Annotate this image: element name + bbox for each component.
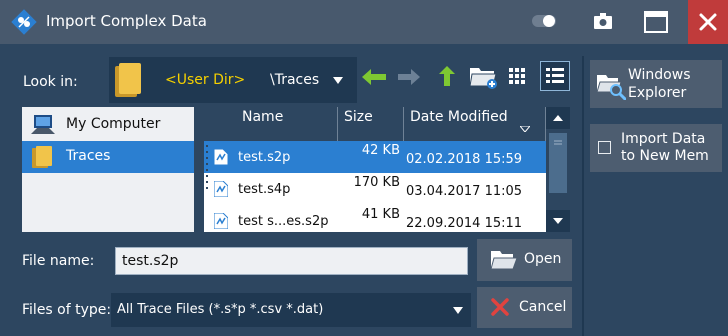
column-header-name[interactable]: Name: [204, 107, 338, 141]
file-date: 22.09.2014 15:11: [406, 216, 523, 231]
chevron-down-icon: [333, 77, 343, 84]
trace-file-icon: [214, 181, 228, 197]
file-list-header: Name Size Date Modified: [204, 107, 546, 141]
camera-icon[interactable]: [594, 13, 612, 29]
windows-explorer-label-line1: Windows: [628, 67, 691, 83]
window-title: Import Complex Data: [46, 12, 207, 30]
path-user-dir: <User Dir>: [165, 72, 246, 88]
look-in-combo[interactable]: <User Dir> \Traces: [109, 57, 357, 103]
nav-item-label: My Computer: [66, 116, 161, 132]
windows-explorer-button[interactable]: Windows Explorer: [590, 60, 722, 108]
scroll-down-button[interactable]: [546, 210, 570, 232]
grip-icon: [554, 140, 562, 145]
import-label-line2: to New Mem: [621, 148, 709, 164]
import-complex-data-dialog: Import Complex Data Look in: <User Dir> …: [0, 0, 728, 336]
file-date: 03.04.2017 11:05: [406, 184, 523, 199]
column-header-label: Size: [344, 109, 373, 125]
back-arrow-icon[interactable]: [361, 68, 387, 86]
chevron-down-icon: [553, 218, 563, 224]
scroll-up-button[interactable]: [546, 107, 570, 129]
toggle-icon[interactable]: [532, 15, 556, 27]
folder-icon: [115, 63, 141, 97]
close-button[interactable]: [688, 0, 728, 44]
details-view-icon: [546, 68, 564, 83]
file-name-field[interactable]: [115, 247, 468, 275]
file-type-select[interactable]: All Trace Files (*.s*p *.csv *.dat): [111, 293, 471, 327]
file-size: 170 KB: [353, 175, 400, 190]
file-list: Name Size Date Modified test.s2p 42 KB 0…: [204, 107, 570, 232]
computer-icon: [31, 115, 55, 134]
cancel-label: Cancel: [519, 299, 567, 315]
places-panel: My Computer Traces: [22, 107, 194, 232]
cancel-button[interactable]: Cancel: [477, 287, 572, 328]
nav-item-my-computer[interactable]: My Computer: [22, 109, 194, 141]
chevron-up-icon: [553, 115, 563, 121]
sort-descending-icon: [520, 126, 530, 132]
column-header-label: Name: [242, 109, 284, 125]
folder-search-icon: [596, 75, 626, 100]
close-icon: [699, 13, 717, 31]
trace-file-icon: [214, 149, 228, 165]
file-name: test.s2p: [238, 150, 291, 165]
maximize-icon[interactable]: [643, 10, 669, 34]
file-row[interactable]: test s...es.s2p 41 KB 22.09.2014 15:11: [204, 205, 546, 232]
path-folder: \Traces: [270, 72, 320, 88]
nav-item-traces[interactable]: Traces: [22, 141, 194, 173]
import-label-line1: Import Data: [621, 131, 706, 147]
file-name: test s...es.s2p: [238, 214, 329, 229]
trace-file-icon: [214, 213, 228, 229]
vertical-scrollbar[interactable]: [546, 107, 570, 232]
file-size: 41 KB: [361, 207, 400, 222]
cancel-x-icon: [491, 298, 509, 316]
file-name-label: File name:: [22, 253, 95, 269]
app-logo-icon: [11, 9, 37, 35]
file-type-value: All Trace Files (*.s*p *.csv *.dat): [117, 302, 324, 317]
windows-explorer-label: Windows Explorer: [628, 66, 691, 102]
checkbox-box[interactable]: [598, 141, 611, 154]
look-in-label: Look in:: [23, 74, 78, 90]
file-type-label: Files of type:: [22, 302, 112, 318]
up-arrow-icon[interactable]: [439, 66, 455, 86]
open-label: Open: [524, 251, 562, 267]
column-header-date-modified[interactable]: Date Modified: [404, 107, 546, 141]
column-header-size[interactable]: Size: [338, 107, 404, 141]
column-header-label: Date Modified: [410, 109, 508, 125]
resize-grip-icon[interactable]: [204, 141, 210, 201]
import-to-new-mem-label: Import Data to New Mem: [621, 131, 709, 165]
open-button[interactable]: Open: [477, 239, 572, 281]
import-to-new-mem-checkbox[interactable]: Import Data to New Mem: [590, 124, 722, 172]
file-row[interactable]: test.s2p 42 KB 02.02.2018 15:59: [204, 141, 546, 173]
open-folder-icon: [490, 251, 517, 270]
forward-arrow-icon[interactable]: [397, 68, 421, 86]
details-view-button[interactable]: [540, 61, 570, 91]
nav-item-label: Traces: [66, 148, 111, 164]
folder-icon: [32, 146, 52, 168]
file-name: test.s4p: [238, 182, 291, 197]
list-view-icon[interactable]: [507, 66, 527, 86]
file-date: 02.02.2018 15:59: [406, 152, 523, 167]
side-panel-separator: [582, 56, 584, 336]
file-row[interactable]: test.s4p 170 KB 03.04.2017 11:05: [204, 173, 546, 205]
title-bar: Import Complex Data: [0, 0, 728, 44]
windows-explorer-label-line2: Explorer: [628, 85, 687, 101]
chevron-down-icon: [453, 307, 463, 314]
new-folder-icon[interactable]: [468, 62, 498, 90]
file-size: 42 KB: [361, 143, 400, 158]
scroll-thumb[interactable]: [549, 133, 567, 193]
